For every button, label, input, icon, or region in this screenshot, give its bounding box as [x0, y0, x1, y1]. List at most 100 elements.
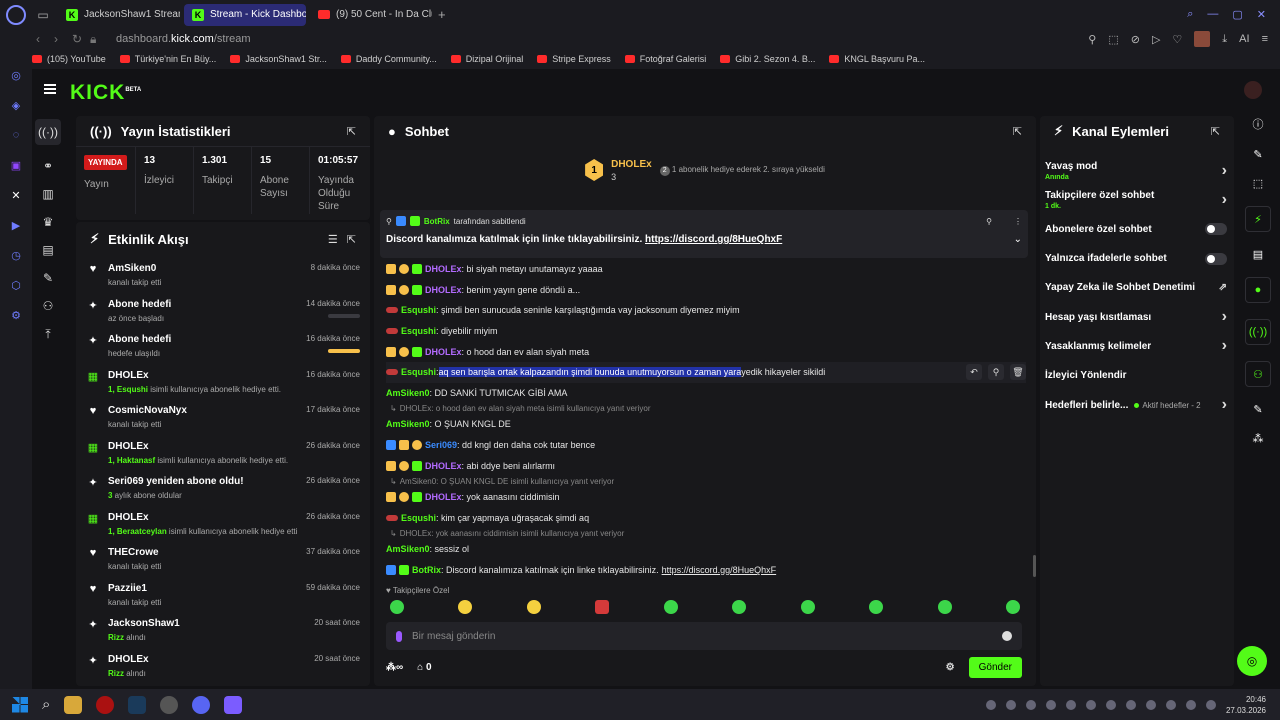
tray-icon[interactable]: [1005, 699, 1016, 710]
popout-icon[interactable]: ⇱: [1211, 125, 1220, 138]
chat-username[interactable]: Esqushi: [401, 305, 436, 315]
history-icon[interactable]: ◷: [11, 249, 21, 265]
emote-item[interactable]: [595, 600, 610, 614]
chat-username[interactable]: Esqushi: [401, 326, 436, 336]
opera-logo-icon[interactable]: [6, 4, 26, 25]
channel-action-item[interactable]: Yapay Zeka ile Sohbet Denetimi ⇗: [1045, 273, 1227, 302]
edit-icon[interactable]: ✎: [1253, 148, 1262, 161]
search-icon[interactable]: ⌕: [42, 696, 50, 713]
trophy-icon[interactable]: ♛: [43, 215, 54, 229]
browser-tab[interactable]: (9) 50 Cent - In Da Club: [310, 4, 432, 26]
leaderboard-user[interactable]: DHOLEx: [611, 159, 652, 170]
extensions-icon[interactable]: ⬡: [11, 279, 21, 295]
emote-item[interactable]: [390, 600, 404, 614]
bookmark-item[interactable]: Fotoğraf Galerisi: [624, 54, 706, 64]
chat-message[interactable]: DHOLEx: benim yayın gene döndü a...: [386, 280, 1026, 301]
crop-icon[interactable]: ⬚: [1253, 177, 1263, 190]
link-icon[interactable]: ⚭: [43, 159, 53, 173]
bookmark-item[interactable]: Gibi 2. Sezon 4. B...: [720, 54, 815, 64]
kick-logo[interactable]: KICKBETA: [70, 81, 141, 105]
delete-icon[interactable]: 🗑︎: [1010, 364, 1026, 381]
reload-icon[interactable]: ↻: [72, 32, 90, 46]
pinned-by-user[interactable]: BotRix: [424, 217, 450, 226]
toggle-switch[interactable]: [1205, 223, 1227, 236]
activity-item[interactable]: ♥ CosmicNovaNyx kanalı takip etti 17 dakika…: [86, 398, 360, 434]
chat-message[interactable]: DHOLEx: bi siyah metayı unutamayız yaaaa: [386, 259, 1026, 280]
popout-icon[interactable]: ⇱: [1013, 125, 1022, 138]
activity-item[interactable]: ✦ Abone hedefi hedefe ulaşıldı 16 dakika ön…: [86, 327, 360, 363]
chevron-right-icon[interactable]: ›: [1222, 396, 1227, 414]
menu-icon[interactable]: ≡: [1262, 33, 1268, 45]
file-explorer-icon[interactable]: [64, 695, 83, 714]
chevron-right-icon[interactable]: ›: [1222, 191, 1227, 209]
upload-icon[interactable]: ⤒: [45, 327, 50, 342]
emote-item[interactable]: [732, 600, 747, 614]
chat-toggle-icon[interactable]: ●: [1245, 277, 1271, 303]
activity-item[interactable]: ♥ AmSiken0 kanalı takip etti 8 dakika önce: [86, 256, 360, 292]
discord-icon[interactable]: [192, 695, 211, 714]
chat-username[interactable]: Esqushi: [401, 367, 436, 377]
workspace-icon[interactable]: ◈: [12, 99, 20, 115]
wifi-icon[interactable]: [1185, 699, 1196, 710]
store-icon[interactable]: ⌂ 0: [417, 662, 431, 673]
wrench-icon[interactable]: ✎: [1253, 403, 1262, 416]
opera-icon[interactable]: [96, 695, 115, 714]
url-field[interactable]: dashboard.kick.com/stream: [116, 33, 251, 45]
chat-message[interactable]: DHOLEx: abi ddye beni alırlarmı: [386, 455, 1026, 476]
chat-username[interactable]: DHOLEx: [425, 347, 462, 357]
emote-item[interactable]: [458, 600, 473, 614]
points-icon[interactable]: ⁂∞: [386, 662, 403, 673]
chat-settings-icon[interactable]: ⚙: [946, 662, 955, 673]
snapshot-icon[interactable]: ⬚: [1108, 33, 1118, 46]
activity-item[interactable]: ▦ DHOLEx 1, Esqushi isimli kullanıcıya abo…: [86, 363, 360, 399]
emote-item[interactable]: [869, 600, 884, 614]
chevron-right-icon[interactable]: ›: [1222, 337, 1227, 355]
chat-message[interactable]: Seri069: dd kngl den daha cok tutar benc…: [386, 435, 1026, 456]
browser-tab[interactable]: K JacksonShaw1 Stream - W: [58, 4, 180, 26]
mod-toggle-icon[interactable]: ⚇: [1245, 361, 1271, 387]
app-icon[interactable]: [160, 695, 179, 714]
back-icon[interactable]: ‹: [36, 32, 54, 46]
chat-username[interactable]: DHOLEx: [425, 461, 462, 471]
more-icon[interactable]: ⋮: [1014, 217, 1022, 226]
bolt-toggle-icon[interactable]: ⚡︎: [1245, 206, 1271, 232]
chat-link[interactable]: https://discord.gg/8HueQhxF: [662, 565, 777, 575]
pin-icon[interactable]: ⚲: [988, 364, 1004, 381]
tray-icon[interactable]: [1165, 699, 1176, 710]
aria-ai-button[interactable]: AI: [1239, 33, 1249, 45]
chat-scrollbar[interactable]: [1033, 555, 1036, 577]
filter-icon[interactable]: ☰: [328, 233, 338, 246]
browser-tab[interactable]: K Stream - Kick Dashboard: [184, 3, 306, 26]
community-icon[interactable]: ⚇: [43, 299, 54, 313]
opera-ai-icon[interactable]: ◎: [11, 69, 21, 85]
activity-item[interactable]: ✦ JacksonShaw1 Rizz alındı 20 saat önce: [86, 611, 360, 647]
chat-message[interactable]: Esqushi: diyebilir miyim: [386, 321, 1026, 342]
bookmark-item[interactable]: JacksonShaw1 Str...: [230, 54, 327, 64]
chat-username[interactable]: DHOLEx: [425, 285, 462, 295]
tray-icon[interactable]: [1125, 699, 1136, 710]
emoji-icon[interactable]: [1002, 631, 1012, 641]
notes-icon[interactable]: ▤: [1253, 248, 1263, 261]
chat-username[interactable]: DHOLEx: [425, 492, 462, 502]
twitch-icon[interactable]: ▣: [11, 159, 21, 175]
channel-action-item[interactable]: İzleyici Yönlendir: [1045, 361, 1227, 390]
emote-item[interactable]: [1005, 600, 1020, 614]
new-tab-button[interactable]: +: [438, 7, 446, 22]
chat-message[interactable]: DHOLEx: yok aanasını ciddimisin: [386, 487, 1026, 508]
popout-icon[interactable]: ⇱: [347, 125, 356, 138]
pinned-link[interactable]: https://discord.gg/8HueQhxF: [645, 234, 782, 245]
tray-icon[interactable]: [1105, 699, 1116, 710]
clock[interactable]: 20:46 27.03.2026: [1226, 694, 1266, 716]
settings-icon[interactable]: ⚙: [11, 309, 21, 325]
tray-icon[interactable]: [1085, 699, 1096, 710]
activity-item[interactable]: ▦ DHOLEx 1, Haktanasf isimli kullanıcıya a…: [86, 434, 360, 470]
wrench-icon[interactable]: ✎: [43, 271, 53, 285]
activity-item[interactable]: ✦ DHOLEx Rizz alındı 20 saat önce: [86, 647, 360, 683]
tray-icon[interactable]: [1045, 699, 1056, 710]
channel-action-item[interactable]: Yalnızca ifadelerle sohbet: [1045, 244, 1227, 273]
heart-icon[interactable]: ♡: [1172, 33, 1182, 46]
player-icon[interactable]: ▶: [12, 219, 20, 235]
app-icon[interactable]: [224, 695, 243, 714]
forward-icon[interactable]: ›: [54, 32, 72, 46]
tray-icon[interactable]: [1025, 699, 1036, 710]
